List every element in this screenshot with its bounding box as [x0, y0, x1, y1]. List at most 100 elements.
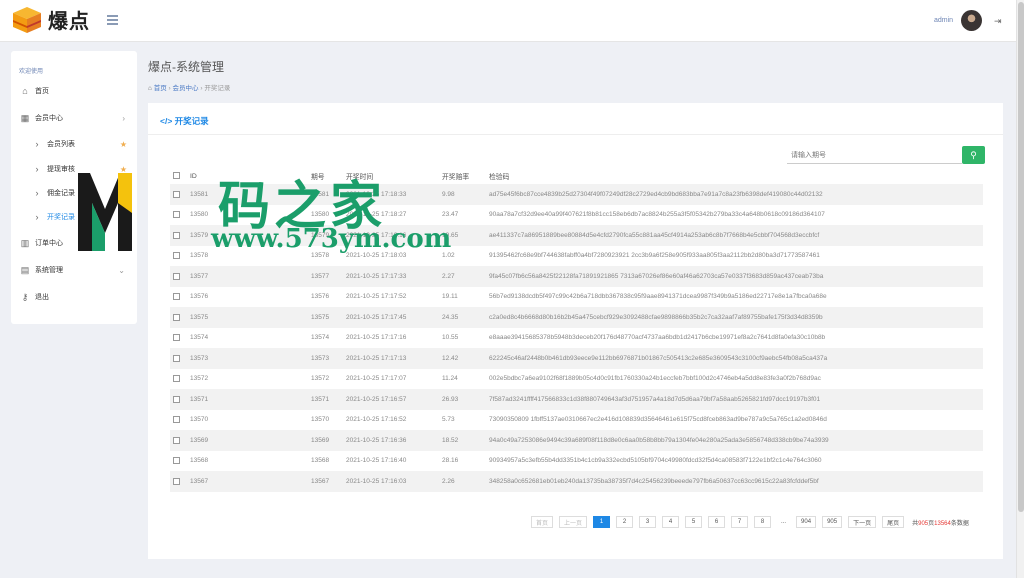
cell-odds: 11.24	[442, 375, 458, 383]
sidebar-item-system[interactable]: ▤ 系统管理 ⌄	[11, 258, 137, 282]
row-checkbox[interactable]	[173, 457, 180, 465]
table-row[interactable]: 13575 13575 2021-10-25 17:17:45 24.35 c2a0ed…	[170, 307, 983, 328]
breadcrumb-current: 开奖记录	[204, 85, 231, 92]
page-button-1[interactable]: 1	[593, 516, 611, 528]
cell-odds: 10.55	[442, 334, 459, 342]
table-row[interactable]: 13577 13577 2021-10-25 17:17:33 2.27 9fa45c0…	[170, 266, 983, 287]
cell-period: 13577	[311, 272, 330, 280]
cell-odds: 19.11	[442, 293, 458, 301]
cell-check-code: c2a0ed8c4b6668d80b16b2b45a475cebcf929e30…	[489, 313, 823, 321]
cell-check-code: ae411337c7a86951889bee80884d5e4cfd2790fc…	[489, 231, 820, 239]
row-checkbox[interactable]	[173, 416, 180, 424]
next-page-button[interactable]: 下一页	[848, 516, 877, 528]
select-cell	[170, 307, 190, 328]
top-bar: 爆点 admin ⇥	[0, 0, 1016, 42]
cell-odds: 2.26	[442, 477, 455, 485]
cell-period: 13575	[311, 313, 330, 321]
last-page-button[interactable]: 尾页	[882, 516, 905, 528]
cell-odds: 23.47	[442, 211, 459, 219]
first-page-button[interactable]: 首页	[531, 516, 554, 528]
page-button-2[interactable]: 2	[616, 516, 634, 528]
cell-period: 13573	[311, 354, 330, 362]
page-button-6[interactable]: 6	[708, 516, 726, 528]
select-cell	[170, 287, 190, 308]
search-button[interactable]: ⚲	[962, 146, 985, 164]
cell-check-code: e8aaae39415685378b5948b3deceb20f176d4877…	[489, 334, 826, 342]
table-row[interactable]: 13572 13572 2021-10-25 17:17:07 11.24 002e5b…	[170, 369, 983, 390]
sidebar-item-home[interactable]: ⌂ 首页	[11, 79, 137, 103]
cell-check-code: 348258a0c652681eb01eb240da13735ba38735f7…	[489, 477, 819, 485]
page-button-5[interactable]: 5	[685, 516, 703, 528]
cell-check-code: ad75e45f6bc87cce4839b25d27304f49f07249df…	[489, 190, 823, 198]
cell-time: 2021-10-25 17:16:52	[346, 416, 407, 424]
select-cell	[170, 369, 190, 390]
table-row[interactable]: 13567 13567 2021-10-25 17:16:03 2.26 348258a…	[170, 471, 983, 492]
breadcrumb: ⌂ 首页 › 会员中心 › 开奖记录	[148, 82, 230, 92]
sidebar-item-logout[interactable]: ⚷ 退出	[11, 285, 137, 309]
cell-time: 2021-10-25 17:17:13	[346, 354, 407, 362]
cell-check-code: 622245c46af2448b0b461db93eece9e112bb6976…	[489, 354, 828, 362]
scrollbar-thumb[interactable]	[1018, 2, 1024, 512]
sidebar-item-member-center[interactable]: ▦ 会员中心 ›	[11, 106, 137, 130]
cell-period: 13574	[311, 334, 330, 342]
row-checkbox[interactable]	[173, 395, 180, 403]
user-name[interactable]: admin	[934, 17, 953, 24]
page-button-4[interactable]: 4	[662, 516, 680, 528]
page-button-7[interactable]: 7	[731, 516, 749, 528]
cell-id: 13569	[190, 436, 209, 444]
table-row[interactable]: 13571 13571 2021-10-25 17:16:57 26.93 7f587a…	[170, 389, 983, 410]
table-row[interactable]: 13569 13569 2021-10-25 17:16:36 18.52 94a0c4…	[170, 430, 983, 451]
page-button-905[interactable]: 905	[822, 516, 843, 528]
cell-id: 13575	[190, 313, 209, 321]
prev-page-button[interactable]: 上一页	[559, 516, 588, 528]
row-checkbox[interactable]	[173, 334, 180, 342]
avatar[interactable]	[961, 10, 982, 31]
select-cell	[170, 348, 190, 369]
menu-toggle-icon[interactable]	[107, 15, 118, 25]
row-checkbox[interactable]	[173, 436, 180, 444]
cell-check-code: 56b7ed9138dcdb5f497c99c42b6a718dbb367838…	[489, 293, 827, 301]
table-row[interactable]: 13568 13568 2021-10-25 17:16:40 28.16 909349…	[170, 451, 983, 472]
row-checkbox[interactable]	[173, 272, 180, 280]
search-input[interactable]	[787, 147, 962, 164]
cell-check-code: 73090350809 1fbff5137ae0310667ec2e416d10…	[489, 416, 827, 424]
sidebar-item-label: 首页	[35, 88, 49, 95]
page-button-904[interactable]: 904	[796, 516, 817, 528]
cell-check-code: 91395462fc68e9bf744638fabff0a4bf72809239…	[489, 252, 820, 260]
column-header-odds[interactable]: 开奖赔率	[442, 168, 489, 184]
sidebar-item-member-list[interactable]: › 会员列表 ★	[11, 132, 137, 156]
row-checkbox[interactable]	[173, 375, 180, 383]
table-row[interactable]: 13573 13573 2021-10-25 17:17:13 12.42 622245…	[170, 348, 983, 369]
code-icon: </>	[160, 116, 175, 126]
row-checkbox[interactable]	[173, 477, 180, 485]
table-row[interactable]: 13570 13570 2021-10-25 17:16:52 5.73 7309035…	[170, 410, 983, 431]
page-button-8[interactable]: 8	[754, 516, 772, 528]
cell-check-code: 002e5bdbc7a6ea9102f68f1889b05c4d0c91fb17…	[489, 375, 821, 383]
cell-time: 2021-10-25 17:17:33	[346, 272, 407, 280]
cell-period: 13569	[311, 436, 330, 444]
table-row[interactable]: 13574 13574 2021-10-25 17:17:16 10.55 e8aaae…	[170, 328, 983, 349]
scrollbar[interactable]	[1016, 0, 1024, 578]
chevron-right-icon: ›	[35, 139, 39, 149]
cell-period: 13571	[311, 395, 330, 403]
grid-icon: ▤	[20, 264, 30, 275]
table-row[interactable]: 13576 13576 2021-10-25 17:17:52 19.11 56b7ed…	[170, 287, 983, 308]
logo-icon[interactable]	[12, 6, 42, 34]
breadcrumb-member-center[interactable]: 会员中心	[173, 85, 199, 92]
sidebar-item-label: 提现审核	[47, 166, 75, 173]
row-checkbox[interactable]	[173, 313, 180, 321]
brand-name[interactable]: 爆点	[48, 5, 90, 34]
total-summary: 共905页13564条数据	[912, 518, 969, 527]
cell-period: 13576	[311, 293, 330, 301]
cell-odds: 24.35	[442, 313, 459, 321]
cell-id: 13572	[190, 375, 209, 383]
logout-icon[interactable]: ⇥	[994, 16, 1002, 27]
page-button-3[interactable]: 3	[639, 516, 657, 528]
row-checkbox[interactable]	[173, 354, 180, 362]
sidebar-item-label: 开奖记录	[47, 214, 75, 221]
column-header-check-code[interactable]: 检验码	[489, 168, 983, 184]
watermark: 码之家 www.573ym.com	[78, 170, 451, 260]
breadcrumb-home[interactable]: 首页	[154, 85, 167, 92]
cell-id: 13570	[190, 416, 209, 424]
row-checkbox[interactable]	[173, 293, 180, 301]
